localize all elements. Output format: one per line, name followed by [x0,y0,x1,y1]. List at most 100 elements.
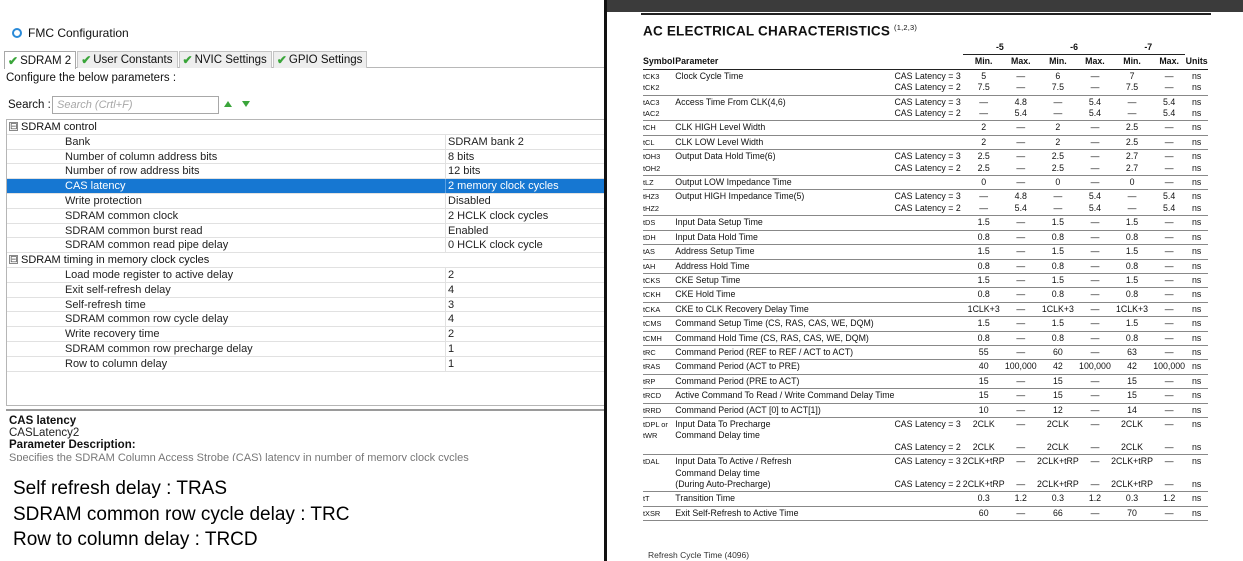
param-row[interactable]: Write protection Disabled [7,193,606,209]
param-value[interactable]: 2 [448,268,454,283]
param-group-row[interactable]: ⊟ SDRAM timing in memory clock cycles [7,253,606,268]
value-cell: — [1152,388,1186,404]
param-row[interactable]: Exit self-refresh delay 4 [7,282,606,298]
tab-user-constants[interactable]: ✔ User Constants [77,51,178,68]
value-cell-line: — [1127,96,1137,107]
param-value[interactable]: Enabled [448,224,488,239]
search-prev-icon[interactable] [224,101,232,107]
tab-sdram2[interactable]: ✔ SDRAM 2 [4,51,77,69]
condition-cell: ​ [894,506,963,522]
value-cell-line: — [1053,202,1063,213]
param-row[interactable]: Row to column delay 1 [7,356,606,372]
param-row[interactable]: SDRAM common row precharge delay 1 [7,341,606,357]
value-cell: 100,000 [1078,359,1112,375]
symbol-cell: tHZ3 tHZ2 [643,189,676,217]
param-row[interactable]: Write recovery time 2 [7,327,606,342]
column-header: Units [1185,54,1208,70]
value-cell-line: ​ [1153,468,1185,479]
value-cell-line: 40 [978,361,989,372]
symbol-cell-line: tAC3 [643,97,660,107]
param-value[interactable]: 2 [448,327,454,342]
param-value[interactable]: 1 [448,357,454,372]
value-cell-line: — [1164,217,1174,228]
value-cell-line: — [1016,246,1026,257]
condition-cell-line: ​ [894,261,962,272]
param-value[interactable]: 1 [448,342,454,357]
symbol-cell-line: tDPL or [643,419,668,429]
param-row[interactable]: CAS latency 2 memory clock cycles [7,179,606,194]
value-cell-line: — [1016,82,1026,93]
tab-label: User Constants [93,54,173,66]
description-heading: Parameter Description: [9,439,136,451]
param-value[interactable]: 3 [448,298,454,313]
search-next-icon[interactable] [242,101,250,107]
value-cell: 1.5 [1111,316,1153,332]
param-name: SDRAM common read pipe delay [65,239,229,252]
param-row[interactable]: SDRAM common read pipe delay 0 HCLK clock… [7,238,606,254]
symbol-cell-line: tCKA [643,304,661,314]
value-cell: 2CLK+tRP​2CLK+tRP [962,454,1005,493]
condition-cell-line: CAS Latency = 2 [894,479,961,489]
param-row[interactable]: SDRAM common clock 2 HCLK clock cycles [7,208,606,224]
value-cell-line: 0 [1129,177,1135,188]
value-cell-line: — [1090,82,1100,93]
check-icon: ✔ [182,53,193,67]
value-cell-line: 0 [981,177,987,188]
column-divider [445,282,446,297]
tab-gpio-settings[interactable]: ✔ GPIO Settings [272,51,368,68]
value-cell-line: — [1016,404,1026,415]
param-row[interactable]: SDRAM common burst read Enabled [7,223,606,239]
param-row[interactable]: Number of column address bits 8 bits [7,149,606,165]
value-cell-line: 5.4 [1163,108,1176,119]
param-group-label: SDRAM control [21,121,97,133]
parameter-cell: Command Period (PRE to ACT) [675,374,895,390]
value-cell-line: 2.5 [1125,122,1139,133]
param-row[interactable]: Bank SDRAM bank 2 [7,134,606,150]
param-value[interactable]: 12 bits [448,164,480,179]
unit-cell-line: ns [1192,274,1202,285]
symbol-cell: tXSR [643,506,676,522]
collapse-icon[interactable]: ⊟ [9,122,18,131]
param-value[interactable]: 8 bits [448,150,474,165]
param-row[interactable]: SDRAM common row cycle delay 4 [7,312,606,328]
param-value[interactable]: 4 [448,312,454,327]
unit-cell: ns [1185,331,1208,346]
value-cell-line: — [1016,318,1026,329]
value-cell: 1.2 [1152,491,1186,507]
value-cell-line: 63 [1127,346,1137,357]
param-value[interactable]: 4 [448,283,454,298]
param-value[interactable]: 0 HCLK clock cycle [448,238,543,253]
table-body: tCK3 tCK2 Clock Cycle Time CAS Latency = 3C… [643,69,1208,522]
search-input[interactable] [52,96,219,114]
param-value[interactable]: 2 HCLK clock cycles [448,209,548,224]
param-row[interactable]: Number of row address bits 12 bits [7,164,606,180]
unit-cell: ns [1185,374,1208,390]
value-cell-line: 0.8 [1125,289,1139,300]
unit-cell: ns [1185,244,1208,260]
param-row[interactable]: Load mode register to active delay 2 [7,267,606,283]
value-cell-line: 60 [978,507,989,518]
value-cell-line: 5.4 [1163,96,1176,107]
tab-nvic-settings[interactable]: ✔ NVIC Settings [178,51,272,68]
collapse-icon[interactable]: ⊟ [9,255,18,265]
param-row[interactable]: Self-refresh time 3 [7,297,606,313]
unit-cell-line: ns [1192,441,1202,452]
unit-cell: ns [1185,120,1208,136]
value-cell-line: — [1164,70,1174,81]
param-group-row[interactable]: ⊟ SDRAM control [7,120,606,135]
value-cell-line: 100,000 [1004,361,1037,372]
value-cell: 1.5 [1111,273,1153,289]
value-cell-line: — [1016,346,1026,357]
param-value[interactable]: Disabled [448,194,491,209]
symbol-cell-line: tRAS [643,362,661,372]
value-cell-line: 100,000 [1079,361,1111,372]
condition-cell: ​ [894,403,963,418]
param-value[interactable]: 2 memory clock cycles [448,179,559,194]
value-cell-line: 42 [1052,361,1063,372]
value-cell-line: 1.2 [1163,493,1176,504]
table-row: tRP Command Period (PRE to ACT) ​ 15 — 15 — 15 —… [643,374,1208,390]
value-cell-line: — [979,108,989,119]
table-row: tOH3 tOH2 Output Data Hold Time(6) CAS Late… [643,149,1208,177]
param-value[interactable]: SDRAM bank 2 [448,135,524,150]
unit-cell-line: ns [1192,289,1202,300]
